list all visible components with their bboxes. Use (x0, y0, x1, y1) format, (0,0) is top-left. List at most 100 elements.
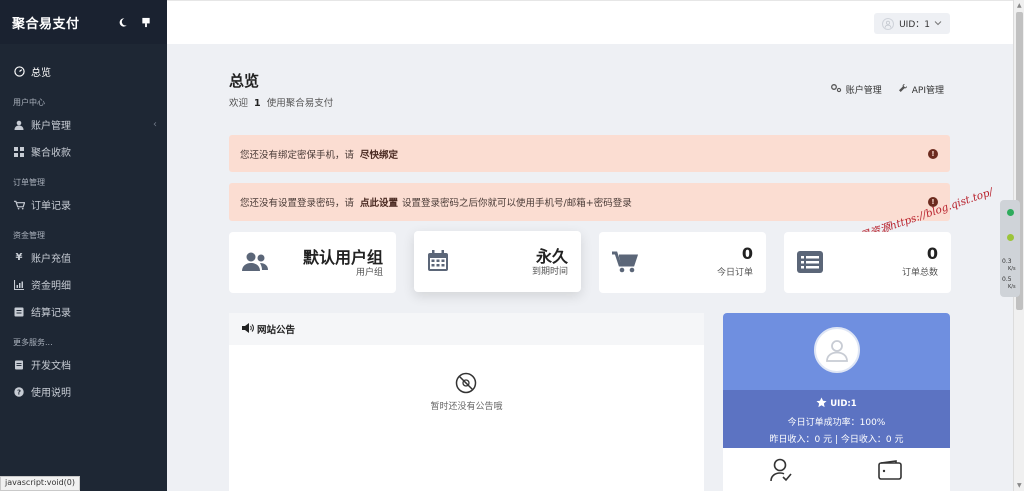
pin-icon[interactable] (137, 13, 155, 31)
sidebar-section-header: 资金管理 (13, 231, 45, 240)
dashboard-icon (13, 66, 25, 78)
sidebar-item[interactable]: 聚合收款 (0, 138, 167, 165)
speed-up-value: 0.3 (1002, 258, 1012, 265)
profile-header (723, 313, 950, 390)
bind-phone-alert: 您还没有绑定密保手机，请 尽快绑定 ! (229, 135, 950, 172)
alert-text: 您还没有绑定密保手机，请 (240, 149, 355, 161)
sidebar-item[interactable]: 订单记录 (0, 191, 167, 218)
list-icon (797, 251, 823, 273)
stat-card-expiry[interactable]: 永久 到期时间 (414, 231, 581, 292)
notice-header: 网站公告 (229, 313, 704, 345)
profile-uid-row: UID:1 (723, 390, 950, 411)
sidebar-item[interactable]: 结算记录 (0, 298, 167, 325)
account-manage-link[interactable]: 账户管理 (830, 83, 882, 96)
calendar-icon (427, 250, 453, 272)
user-check-icon[interactable] (770, 458, 792, 486)
chevron-left-icon: ‹ (153, 119, 157, 130)
sidebar-item-label: 使用说明 (31, 388, 71, 399)
profile-uid: UID:1 (830, 399, 857, 409)
stat-card-total-orders[interactable]: 0 订单总数 (784, 232, 951, 293)
stat-label: 今日订单 (716, 268, 753, 278)
speaker-icon (242, 322, 254, 336)
notice-empty-text: 暂时还没有公告哦 (430, 402, 503, 412)
sidebar-item[interactable]: 资金明细 (0, 271, 167, 298)
empty-disc-icon (455, 372, 477, 398)
user-outline-icon (826, 340, 848, 362)
stat-value: 0 (741, 244, 753, 263)
account-manage-label: 账户管理 (845, 86, 882, 96)
profile-stats: UID:1 今日订单成功率：100% 昨日收入：0 元 | 今日收入：0 元 (723, 390, 950, 448)
income-text: 昨日收入：0 元 | 今日收入：0 元 (769, 435, 904, 445)
set-password-link[interactable]: 点此设置 (360, 195, 398, 209)
speed-up-unit: K/s (1008, 266, 1016, 272)
top-bar: UID：1 (167, 0, 1013, 44)
wrench-icon (898, 83, 908, 96)
scroll-up-icon[interactable]: ▲ (1017, 2, 1022, 9)
set-password-alert: 您还没有设置登录密码，请 点此设置 设置登录密码之后你就可以使用手机号/邮箱+密… (229, 183, 950, 221)
gears-icon (830, 83, 842, 96)
api-manage-label: API管理 (911, 86, 944, 96)
sidebar-section-header: 用户中心 (13, 98, 45, 107)
cart-icon (612, 251, 639, 273)
sidebar-nav: 总览用户中心账户管理 ‹ 聚合收款订单管理订单记录资金管理 ¥ 账户充值资金明细结算记录… (0, 44, 167, 405)
network-speed-widget[interactable]: 0.3 K/s 0.5 K/s (1000, 200, 1020, 297)
sidebar: 聚合易支付 总览用户中心账户管理 ‹ 聚合收款订单管理订单记录资金管理 ¥ 账户充值资金… (0, 0, 167, 491)
star-icon (816, 397, 827, 411)
sidebar-item-label: 订单记录 (31, 201, 71, 212)
avatar-icon (882, 17, 895, 30)
sidebar-section-header: 订单管理 (13, 178, 45, 187)
svg-text:?: ? (17, 388, 21, 396)
page-title: 总览 (229, 72, 260, 90)
status-bar-url: javascript:void(0) (0, 476, 81, 491)
doc-icon (13, 359, 25, 371)
bind-phone-link[interactable]: 尽快绑定 (360, 147, 398, 161)
speed-down-value: 0.5 (1002, 276, 1012, 283)
grid-icon (13, 146, 25, 158)
stat-card-today-orders[interactable]: 0 今日订单 (599, 232, 766, 293)
users-icon (242, 251, 268, 273)
sidebar-item[interactable]: 开发文档 (0, 351, 167, 378)
dark-mode-icon[interactable] (113, 13, 131, 31)
user-menu-button[interactable]: UID：1 (874, 13, 950, 34)
brand-logo[interactable]: 聚合易支付 (12, 13, 107, 32)
chevron-down-icon (934, 19, 942, 29)
sidebar-item-label: 账户充值 (31, 254, 71, 265)
sidebar-item-label: 开发文档 (31, 361, 71, 372)
settle-icon (13, 306, 25, 318)
stat-label: 订单总数 (901, 268, 938, 278)
sidebar-item-label: 聚合收款 (31, 148, 71, 159)
chart-icon (13, 279, 25, 291)
sidebar-item[interactable]: 总览 (0, 58, 167, 85)
yen-icon: ¥ (15, 252, 23, 263)
notice-panel: 网站公告 暂时还没有公告哦 (229, 313, 704, 491)
stat-label: 用户组 (355, 268, 383, 278)
status-dot-icon (1007, 209, 1014, 216)
scroll-down-icon[interactable]: ▼ (1017, 482, 1022, 489)
alert-exclamation-icon: ! (928, 148, 938, 159)
sidebar-item[interactable]: 账户管理 ‹ (0, 111, 167, 138)
welcome-text: 欢迎 1 使用聚合易支付 (229, 95, 333, 109)
welcome-prefix: 欢迎 (229, 98, 249, 109)
api-manage-link[interactable]: API管理 (898, 83, 944, 96)
success-rate-text: 今日订单成功率：100% (787, 418, 886, 428)
stat-value: 0 (926, 244, 938, 263)
sidebar-item[interactable]: ¥ 账户充值 (0, 244, 167, 271)
speed-down-unit: K/s (1008, 284, 1016, 290)
sidebar-item-label: 结算记录 (31, 308, 71, 319)
alert-more-text: 设置登录密码之后你就可以使用手机号/邮箱+密码登录 (402, 198, 632, 209)
status-dot-icon (1007, 234, 1014, 241)
profile-avatar[interactable] (814, 327, 860, 373)
sidebar-section-header: 更多服务... (13, 338, 53, 347)
notice-title: 网站公告 (257, 325, 296, 336)
wallet-icon[interactable] (878, 460, 902, 484)
header-actions: 账户管理 API管理 (830, 83, 944, 96)
user-icon (13, 119, 25, 131)
sidebar-item[interactable]: ? 使用说明 (0, 378, 167, 405)
welcome-suffix: 使用聚合易支付 (266, 98, 334, 109)
profile-actions (723, 448, 950, 491)
user-uid-label: UID：1 (899, 20, 930, 30)
profile-card: UID:1 今日订单成功率：100% 昨日收入：0 元 | 今日收入：0 元 (723, 313, 950, 491)
stat-card-user-group[interactable]: 默认用户组 用户组 (229, 232, 396, 293)
stat-label: 到期时间 (531, 267, 568, 277)
sidebar-item-label: 账户管理 (31, 121, 71, 132)
